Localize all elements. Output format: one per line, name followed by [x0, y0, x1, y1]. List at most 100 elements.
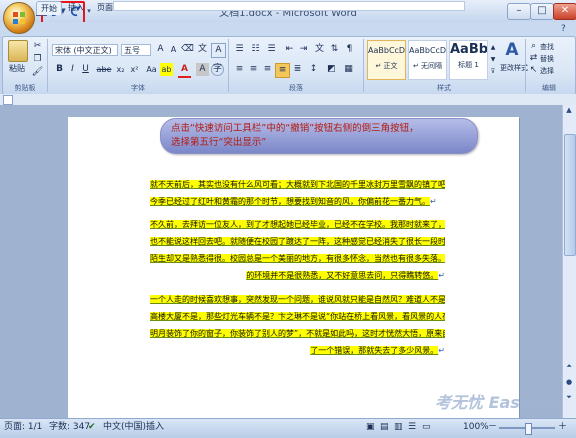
clear-format-icon[interactable]: ⌫ — [181, 43, 194, 56]
font-name-combo[interactable]: 宋体 (中文正文) — [52, 44, 118, 56]
tab-home[interactable]: 开始 — [36, 1, 62, 15]
callout-line-1: 点击“快速访问工具栏”中的“撤销”按钮右侧的倒三角按钮， — [171, 123, 419, 134]
shading-icon[interactable]: ◩ — [325, 63, 338, 76]
style-normal[interactable]: AaBbCcDd ↵ 正文 — [367, 40, 406, 80]
scroll-up-icon[interactable]: ▲ — [564, 106, 574, 116]
vertical-scrollbar-thumb[interactable] — [564, 134, 576, 256]
zoom-in-button[interactable]: ＋ — [558, 421, 567, 434]
select-icon[interactable]: ↖ — [527, 64, 540, 77]
browse-object-icon[interactable]: ● — [564, 378, 574, 388]
font-size-combo[interactable]: 五号 — [121, 44, 151, 56]
watermark-logo: 考无忧 Easykao — [435, 393, 563, 412]
language-indicator[interactable]: 中文(中国) — [103, 421, 146, 434]
numbering-icon[interactable]: ☷ — [249, 43, 262, 56]
enclose-char-icon[interactable]: 字 — [211, 63, 224, 76]
select-button[interactable]: 选择 — [540, 66, 554, 76]
grow-font-icon[interactable]: A — [154, 43, 167, 56]
change-case-icon[interactable]: Aa — [145, 63, 158, 76]
decrease-indent-icon[interactable]: ⇤ — [283, 43, 296, 56]
italic-button[interactable]: I — [66, 63, 79, 76]
paragraph-3-line-1: 一个人走的时候喜欢想事，突然发现一个问题，谁说风就只能是自然风？难道人不是， — [150, 295, 445, 304]
phonetic-icon[interactable]: 文 — [196, 43, 209, 56]
paragraph-2-line-4: 的环境并不是很熟悉，又不好意思去问，只得瞧转悠。 — [246, 271, 439, 280]
font-color-button[interactable]: A — [178, 63, 191, 78]
styles-group-label: 样式 — [437, 84, 451, 92]
insert-mode[interactable]: 插入 — [146, 421, 164, 434]
line-spacing-icon[interactable]: ↕ — [307, 63, 320, 76]
sort-icon[interactable]: ⇅ — [328, 43, 341, 56]
find-button[interactable]: 查找 — [540, 42, 554, 52]
zoom-slider-thumb[interactable] — [525, 423, 532, 435]
tab-selector-icon[interactable] — [3, 95, 13, 105]
minimize-button[interactable]: – — [507, 3, 531, 20]
distribute-icon[interactable]: ≣ — [291, 63, 304, 76]
style-heading-1-sample: AaBb — [450, 42, 487, 57]
next-page-icon[interactable]: ⏷ — [564, 393, 574, 403]
increase-indent-icon[interactable]: ⇥ — [297, 43, 310, 56]
proofing-icon[interactable]: ✔ — [88, 421, 96, 434]
change-styles-icon[interactable]: A — [502, 40, 522, 60]
align-left-icon[interactable]: ≡ — [233, 63, 246, 76]
borders-icon[interactable]: ▦ — [342, 63, 355, 76]
format-painter-icon[interactable]: 🖌 — [31, 66, 44, 79]
char-border-icon[interactable]: A — [211, 43, 226, 58]
superscript-button[interactable]: x² — [128, 63, 141, 76]
styles-more-icon[interactable]: ⊽ — [489, 65, 497, 78]
close-button[interactable]: ✕ — [553, 3, 576, 20]
group-separator — [47, 39, 48, 92]
paragraph-3-line-3: 明月装饰了你的窗子，你装饰了别人的梦”，不就是如此吗，这时才恍然大悟，原来自己犯 — [150, 329, 445, 338]
copy-icon[interactable]: ❐ — [31, 53, 44, 66]
ruler-text-area — [113, 1, 465, 11]
bullets-icon[interactable]: ☰ — [233, 43, 246, 56]
paragraph-mark-icon: ↵ — [438, 271, 445, 280]
char-shading-icon[interactable]: A — [196, 63, 209, 76]
style-heading-1[interactable]: AaBb 标题 1 — [449, 40, 488, 80]
editing-group-label: 编辑 — [542, 84, 556, 92]
align-right-icon[interactable]: ≡ — [261, 63, 274, 76]
change-styles-label[interactable]: 更改样式 — [500, 63, 528, 73]
paragraph-3-line-4: 了一个错误，那就失去了多少风景。 — [310, 346, 439, 355]
word-count[interactable]: 字数: 347 — [49, 421, 90, 434]
paragraph-mark-icon: ↵ — [430, 197, 437, 206]
zoom-out-button[interactable]: － — [488, 421, 497, 434]
replace-button[interactable]: 替换 — [540, 54, 554, 64]
highlight-button[interactable]: ab — [160, 63, 173, 76]
underline-button[interactable]: U — [79, 63, 92, 76]
show-marks-icon[interactable]: ¶ — [343, 43, 356, 56]
strikethrough-button[interactable]: abe — [95, 63, 113, 76]
maximize-button[interactable]: □ — [530, 3, 554, 20]
style-no-spacing[interactable]: AaBbCcDd ↵ 无间隔 — [408, 40, 447, 80]
paragraph-3[interactable]: 一个人走的时候喜欢想事，突然发现一个问题，谁说风就只能是自然风？难道人不是， 高… — [150, 291, 445, 359]
paragraph-1-line-1: 就不天前后，其实也没有什么风可看；大概就到下北国的千里冰封万里雪飘的镇了吧。 — [150, 180, 445, 189]
cut-icon[interactable]: ✂ — [31, 40, 44, 53]
paragraph-2[interactable]: 不久前，去拜访一位友人，到了才想起她已经毕业，已经不在学校。我那时就来了， 也不… — [150, 216, 445, 284]
paragraph-2-line-1: 不久前，去拜访一位友人，到了才想起她已经毕业，已经不在学校。我那时就来了， — [150, 220, 445, 229]
paste-button-label[interactable]: 粘贴 — [9, 63, 25, 74]
draft-view-icon[interactable]: ▭ — [422, 421, 431, 434]
paragraph-2-line-2: 也不能说这样回去吧。就随便在校园了踱达了一阵，这种感觉已经消失了很长一段时间， — [150, 237, 445, 246]
full-screen-view-icon[interactable]: ▤ — [380, 421, 389, 434]
outline-view-icon[interactable]: ☰ — [408, 421, 416, 434]
multilevel-list-icon[interactable]: ☰ — [265, 43, 278, 56]
print-layout-view-icon[interactable]: ▣ — [366, 421, 375, 434]
style-no-spacing-name: ↵ 无间隔 — [412, 62, 443, 70]
align-center-icon[interactable]: ≡ — [247, 63, 260, 76]
zoom-level[interactable]: 100% — [463, 421, 489, 434]
font-group-label: 字体 — [131, 84, 145, 92]
group-separator — [363, 39, 364, 92]
paragraph-3-line-2: 高楼大厦不是，那些灯光车辆不是？卞之琳不是说“你站在桥上看风景，看风景的人在楼上… — [150, 312, 445, 321]
chinese-layout-icon[interactable]: 文 — [313, 43, 326, 56]
justify-icon[interactable]: ≡ — [275, 63, 290, 78]
page-count[interactable]: 页面: 1/1 — [4, 421, 42, 434]
shrink-font-icon[interactable]: A — [167, 43, 180, 56]
help-icon[interactable]: ? — [561, 24, 571, 34]
prev-page-icon[interactable]: ⏶ — [564, 362, 574, 372]
bold-button[interactable]: B — [53, 63, 66, 76]
paragraph-1[interactable]: 就不天前后，其实也没有什么风可看；大概就到下北国的千里冰封万里雪飘的镇了吧。 今… — [150, 176, 445, 210]
tab-insert[interactable]: 插入 — [64, 1, 88, 14]
subscript-button[interactable]: x₂ — [114, 63, 127, 76]
ribbon: 粘贴 ✂ ❐ 🖌 剪贴板 宋体 (中文正文) 五号 A A ⌫ 文 A B I … — [2, 36, 576, 95]
web-layout-view-icon[interactable]: ▥ — [394, 421, 403, 434]
paste-icon[interactable] — [8, 40, 28, 62]
office-button[interactable] — [3, 2, 35, 34]
